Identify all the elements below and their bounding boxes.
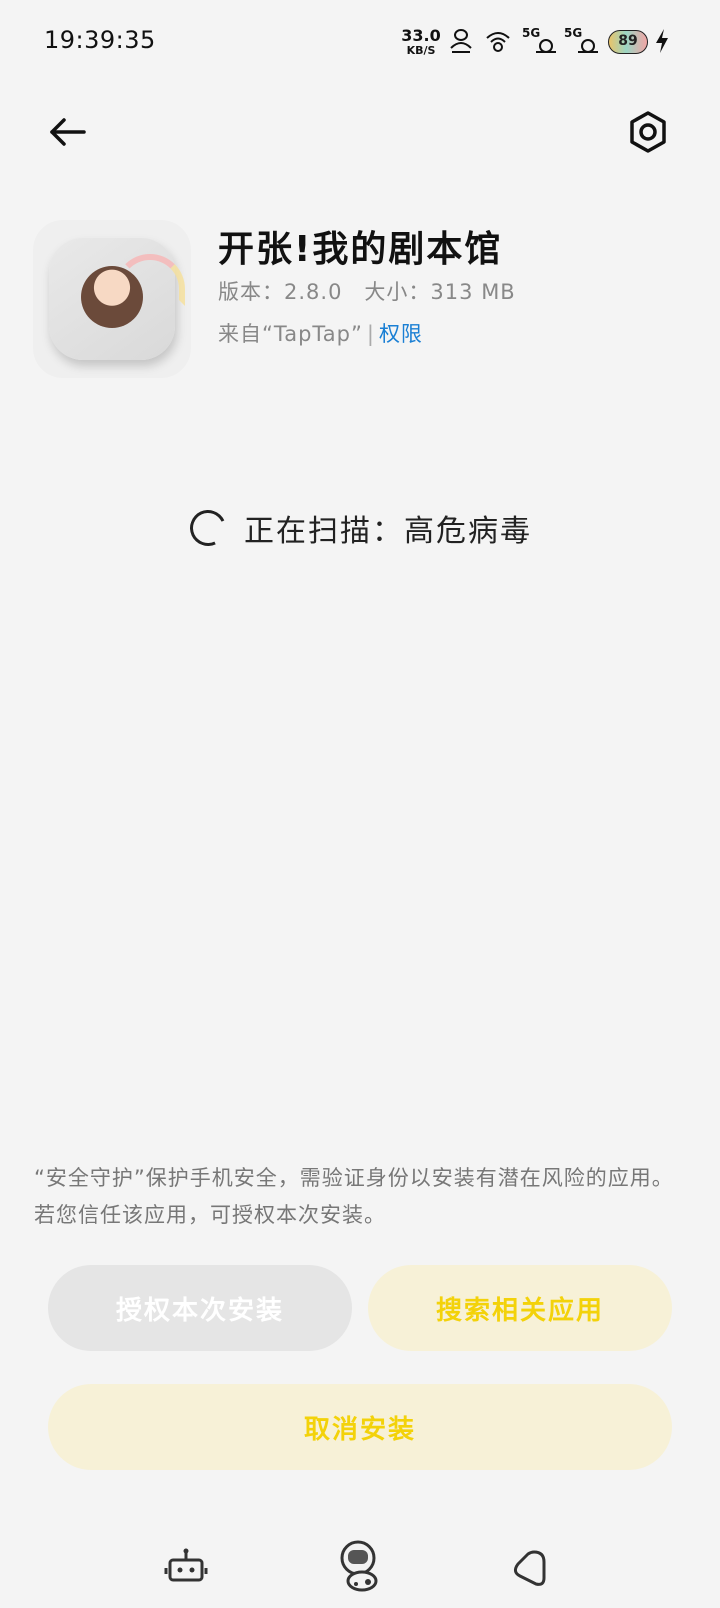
arrow-left-icon xyxy=(50,118,86,146)
app-icon-container xyxy=(33,220,191,378)
character-avatar xyxy=(81,266,143,328)
app-icon xyxy=(49,238,185,360)
settings-button[interactable] xyxy=(624,108,672,156)
heart-back-icon xyxy=(513,1550,546,1586)
charging-icon xyxy=(656,29,668,53)
network-speed-value: 33.0 xyxy=(401,26,441,45)
network-speed-unit: KB/S xyxy=(406,44,436,57)
signal-icon xyxy=(536,39,556,53)
app-name: 开张!我的剧本馆 xyxy=(218,229,503,270)
nav-home-button[interactable] xyxy=(332,1536,388,1592)
loading-spinner-icon xyxy=(184,504,232,552)
hexagon-gear-icon xyxy=(630,111,666,153)
wifi-icon xyxy=(486,32,510,52)
signal-icon xyxy=(578,39,598,53)
battery-level: 89 xyxy=(618,33,638,49)
hotspot-icon xyxy=(450,29,472,53)
app-source: 来自“TapTap” xyxy=(218,322,363,346)
search-related-apps-button[interactable]: 搜索相关应用 xyxy=(368,1265,672,1351)
nav-robot-button[interactable] xyxy=(162,1544,210,1592)
security-notice: “安全守护”保护手机安全，需验证身份以安装有潜在风险的应用。若您信任该应用，可授… xyxy=(34,1166,674,1227)
cancel-install-button[interactable]: 取消安装 xyxy=(48,1384,672,1470)
authorize-install-button[interactable]: 授权本次安装 xyxy=(48,1265,352,1351)
scan-status-text: 正在扫描：高危病毒 xyxy=(244,514,532,549)
astronaut-icon xyxy=(340,1540,378,1592)
back-button[interactable] xyxy=(44,108,92,156)
app-version-size: 版本：2.8.0 大小：313 MB xyxy=(218,280,516,304)
separator: | xyxy=(366,322,375,346)
battery-icon: 89 xyxy=(608,30,648,54)
status-bar: 19:39:35 33.0 KB/S 5G 5G 89 xyxy=(0,0,720,84)
nav-back-button[interactable] xyxy=(504,1544,552,1592)
app-source-line: 来自“TapTap” | 权限 xyxy=(218,318,423,348)
permission-link[interactable]: 权限 xyxy=(379,322,423,346)
status-time: 19:39:35 xyxy=(44,26,156,54)
robot-icon xyxy=(164,1548,208,1582)
network-speed: 33.0 KB/S xyxy=(401,26,441,57)
